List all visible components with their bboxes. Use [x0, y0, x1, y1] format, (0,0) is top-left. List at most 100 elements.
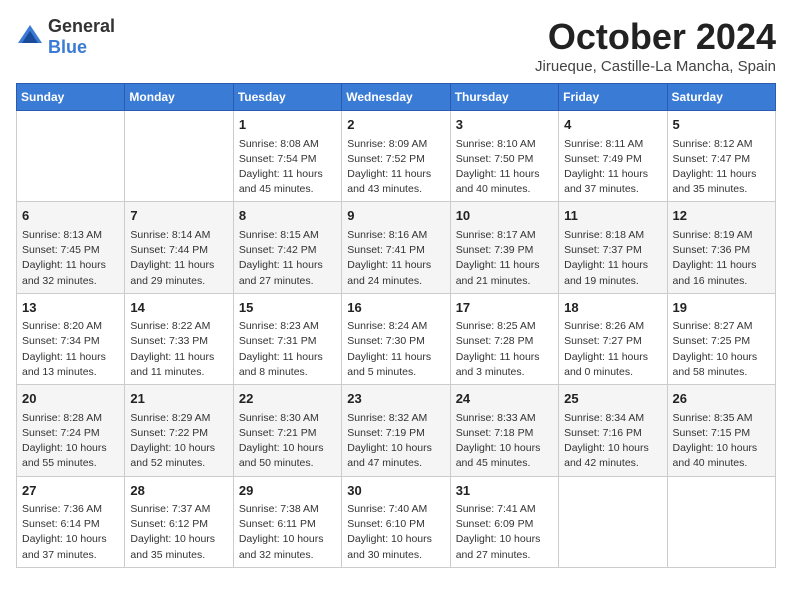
- day-number: 21: [130, 389, 227, 409]
- day-number: 2: [347, 115, 444, 135]
- calendar-week-row: 20Sunrise: 8:28 AM Sunset: 7:24 PM Dayli…: [17, 385, 776, 476]
- calendar-day-cell: [667, 476, 775, 567]
- location-title: Jirueque, Castille-La Mancha, Spain: [535, 58, 776, 75]
- calendar-day-cell: 28Sunrise: 7:37 AM Sunset: 6:12 PM Dayli…: [125, 476, 233, 567]
- calendar-day-cell: 22Sunrise: 8:30 AM Sunset: 7:21 PM Dayli…: [233, 385, 341, 476]
- calendar-header-row: SundayMondayTuesdayWednesdayThursdayFrid…: [17, 84, 776, 111]
- day-number: 27: [22, 481, 119, 501]
- calendar-day-cell: [125, 111, 233, 202]
- day-detail: Sunrise: 8:17 AM Sunset: 7:39 PM Dayligh…: [456, 228, 553, 289]
- day-number: 22: [239, 389, 336, 409]
- calendar-day-cell: 29Sunrise: 7:38 AM Sunset: 6:11 PM Dayli…: [233, 476, 341, 567]
- calendar-day-cell: 30Sunrise: 7:40 AM Sunset: 6:10 PM Dayli…: [342, 476, 450, 567]
- day-detail: Sunrise: 8:18 AM Sunset: 7:37 PM Dayligh…: [564, 228, 661, 289]
- day-detail: Sunrise: 8:23 AM Sunset: 7:31 PM Dayligh…: [239, 319, 336, 380]
- day-detail: Sunrise: 8:10 AM Sunset: 7:50 PM Dayligh…: [456, 137, 553, 198]
- day-detail: Sunrise: 7:38 AM Sunset: 6:11 PM Dayligh…: [239, 502, 336, 563]
- day-number: 30: [347, 481, 444, 501]
- month-title: October 2024: [535, 16, 776, 58]
- day-number: 7: [130, 206, 227, 226]
- calendar-day-cell: 8Sunrise: 8:15 AM Sunset: 7:42 PM Daylig…: [233, 202, 341, 293]
- day-detail: Sunrise: 8:15 AM Sunset: 7:42 PM Dayligh…: [239, 228, 336, 289]
- calendar-day-cell: 16Sunrise: 8:24 AM Sunset: 7:30 PM Dayli…: [342, 293, 450, 384]
- calendar-day-cell: 10Sunrise: 8:17 AM Sunset: 7:39 PM Dayli…: [450, 202, 558, 293]
- weekday-header: Monday: [125, 84, 233, 111]
- calendar-week-row: 6Sunrise: 8:13 AM Sunset: 7:45 PM Daylig…: [17, 202, 776, 293]
- title-section: October 2024 Jirueque, Castille-La Manch…: [535, 16, 776, 75]
- day-number: 28: [130, 481, 227, 501]
- calendar-day-cell: 12Sunrise: 8:19 AM Sunset: 7:36 PM Dayli…: [667, 202, 775, 293]
- calendar-day-cell: 4Sunrise: 8:11 AM Sunset: 7:49 PM Daylig…: [559, 111, 667, 202]
- day-number: 20: [22, 389, 119, 409]
- day-detail: Sunrise: 8:28 AM Sunset: 7:24 PM Dayligh…: [22, 411, 119, 472]
- day-detail: Sunrise: 8:35 AM Sunset: 7:15 PM Dayligh…: [673, 411, 770, 472]
- day-detail: Sunrise: 8:24 AM Sunset: 7:30 PM Dayligh…: [347, 319, 444, 380]
- calendar-day-cell: 23Sunrise: 8:32 AM Sunset: 7:19 PM Dayli…: [342, 385, 450, 476]
- calendar-day-cell: 19Sunrise: 8:27 AM Sunset: 7:25 PM Dayli…: [667, 293, 775, 384]
- calendar-day-cell: 13Sunrise: 8:20 AM Sunset: 7:34 PM Dayli…: [17, 293, 125, 384]
- day-number: 19: [673, 298, 770, 318]
- day-number: 15: [239, 298, 336, 318]
- logo-text: General Blue: [48, 16, 115, 58]
- calendar-day-cell: 1Sunrise: 8:08 AM Sunset: 7:54 PM Daylig…: [233, 111, 341, 202]
- calendar-day-cell: 9Sunrise: 8:16 AM Sunset: 7:41 PM Daylig…: [342, 202, 450, 293]
- logo-general: General: [48, 16, 115, 36]
- day-detail: Sunrise: 8:13 AM Sunset: 7:45 PM Dayligh…: [22, 228, 119, 289]
- day-number: 13: [22, 298, 119, 318]
- day-number: 23: [347, 389, 444, 409]
- day-detail: Sunrise: 8:12 AM Sunset: 7:47 PM Dayligh…: [673, 137, 770, 198]
- day-number: 4: [564, 115, 661, 135]
- calendar-day-cell: 24Sunrise: 8:33 AM Sunset: 7:18 PM Dayli…: [450, 385, 558, 476]
- day-number: 5: [673, 115, 770, 135]
- day-number: 29: [239, 481, 336, 501]
- day-detail: Sunrise: 7:36 AM Sunset: 6:14 PM Dayligh…: [22, 502, 119, 563]
- day-number: 8: [239, 206, 336, 226]
- calendar-day-cell: 15Sunrise: 8:23 AM Sunset: 7:31 PM Dayli…: [233, 293, 341, 384]
- logo-icon: [16, 23, 44, 51]
- calendar-day-cell: 11Sunrise: 8:18 AM Sunset: 7:37 PM Dayli…: [559, 202, 667, 293]
- calendar-day-cell: 17Sunrise: 8:25 AM Sunset: 7:28 PM Dayli…: [450, 293, 558, 384]
- weekday-header: Saturday: [667, 84, 775, 111]
- calendar-day-cell: 6Sunrise: 8:13 AM Sunset: 7:45 PM Daylig…: [17, 202, 125, 293]
- day-detail: Sunrise: 7:37 AM Sunset: 6:12 PM Dayligh…: [130, 502, 227, 563]
- day-detail: Sunrise: 8:20 AM Sunset: 7:34 PM Dayligh…: [22, 319, 119, 380]
- day-detail: Sunrise: 8:08 AM Sunset: 7:54 PM Dayligh…: [239, 137, 336, 198]
- calendar-day-cell: 25Sunrise: 8:34 AM Sunset: 7:16 PM Dayli…: [559, 385, 667, 476]
- day-detail: Sunrise: 8:29 AM Sunset: 7:22 PM Dayligh…: [130, 411, 227, 472]
- calendar-day-cell: 31Sunrise: 7:41 AM Sunset: 6:09 PM Dayli…: [450, 476, 558, 567]
- day-detail: Sunrise: 7:40 AM Sunset: 6:10 PM Dayligh…: [347, 502, 444, 563]
- day-number: 9: [347, 206, 444, 226]
- day-number: 24: [456, 389, 553, 409]
- day-detail: Sunrise: 8:25 AM Sunset: 7:28 PM Dayligh…: [456, 319, 553, 380]
- day-number: 18: [564, 298, 661, 318]
- day-detail: Sunrise: 8:27 AM Sunset: 7:25 PM Dayligh…: [673, 319, 770, 380]
- calendar-day-cell: 20Sunrise: 8:28 AM Sunset: 7:24 PM Dayli…: [17, 385, 125, 476]
- calendar-day-cell: 27Sunrise: 7:36 AM Sunset: 6:14 PM Dayli…: [17, 476, 125, 567]
- weekday-header: Sunday: [17, 84, 125, 111]
- day-number: 31: [456, 481, 553, 501]
- weekday-header: Tuesday: [233, 84, 341, 111]
- calendar-week-row: 27Sunrise: 7:36 AM Sunset: 6:14 PM Dayli…: [17, 476, 776, 567]
- day-detail: Sunrise: 8:26 AM Sunset: 7:27 PM Dayligh…: [564, 319, 661, 380]
- day-number: 25: [564, 389, 661, 409]
- day-number: 12: [673, 206, 770, 226]
- day-detail: Sunrise: 8:32 AM Sunset: 7:19 PM Dayligh…: [347, 411, 444, 472]
- calendar-day-cell: 2Sunrise: 8:09 AM Sunset: 7:52 PM Daylig…: [342, 111, 450, 202]
- logo-blue: Blue: [48, 37, 87, 57]
- weekday-header: Friday: [559, 84, 667, 111]
- day-number: 6: [22, 206, 119, 226]
- day-number: 17: [456, 298, 553, 318]
- calendar-day-cell: 5Sunrise: 8:12 AM Sunset: 7:47 PM Daylig…: [667, 111, 775, 202]
- logo: General Blue: [16, 16, 115, 58]
- day-number: 1: [239, 115, 336, 135]
- calendar-day-cell: 3Sunrise: 8:10 AM Sunset: 7:50 PM Daylig…: [450, 111, 558, 202]
- calendar-day-cell: [17, 111, 125, 202]
- day-detail: Sunrise: 8:30 AM Sunset: 7:21 PM Dayligh…: [239, 411, 336, 472]
- day-detail: Sunrise: 8:22 AM Sunset: 7:33 PM Dayligh…: [130, 319, 227, 380]
- day-detail: Sunrise: 8:11 AM Sunset: 7:49 PM Dayligh…: [564, 137, 661, 198]
- calendar-table: SundayMondayTuesdayWednesdayThursdayFrid…: [16, 83, 776, 568]
- calendar-week-row: 1Sunrise: 8:08 AM Sunset: 7:54 PM Daylig…: [17, 111, 776, 202]
- calendar-day-cell: 26Sunrise: 8:35 AM Sunset: 7:15 PM Dayli…: [667, 385, 775, 476]
- day-number: 14: [130, 298, 227, 318]
- day-number: 16: [347, 298, 444, 318]
